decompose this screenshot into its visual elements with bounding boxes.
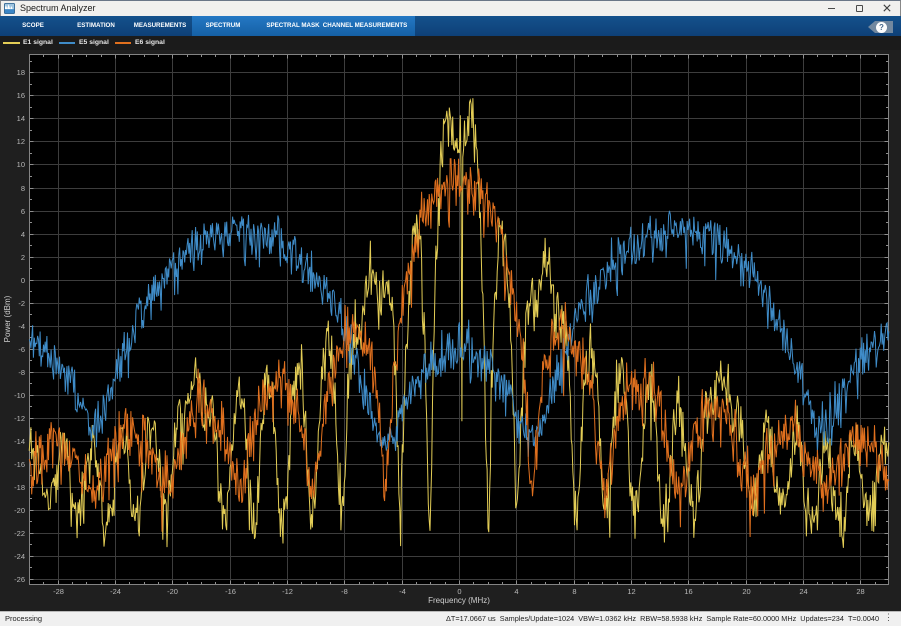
svg-text:-22: -22 — [14, 529, 25, 538]
svg-text:Frequency (MHz): Frequency (MHz) — [428, 596, 490, 605]
svg-text:10: 10 — [17, 160, 25, 169]
svg-text:-10: -10 — [14, 391, 25, 400]
svg-text:24: 24 — [799, 587, 807, 596]
svg-text:-16: -16 — [225, 587, 236, 596]
svg-text:28: 28 — [856, 587, 864, 596]
svg-text:-24: -24 — [14, 552, 25, 561]
svg-text:-8: -8 — [18, 368, 25, 377]
svg-text:Power (dBm): Power (dBm) — [3, 295, 12, 342]
svg-text:-6: -6 — [18, 345, 25, 354]
svg-text:16: 16 — [684, 587, 692, 596]
svg-text:-4: -4 — [399, 587, 406, 596]
svg-text:-28: -28 — [53, 587, 64, 596]
svg-text:0: 0 — [21, 276, 25, 285]
svg-text:8: 8 — [21, 184, 25, 193]
svg-text:-2: -2 — [18, 299, 25, 308]
svg-text:4: 4 — [21, 230, 25, 239]
svg-text:-26: -26 — [14, 575, 25, 584]
svg-text:-12: -12 — [282, 587, 293, 596]
svg-text:6: 6 — [21, 207, 25, 216]
svg-text:0: 0 — [457, 587, 461, 596]
svg-text:-16: -16 — [14, 460, 25, 469]
svg-text:-14: -14 — [14, 437, 25, 446]
svg-text:14: 14 — [17, 114, 25, 123]
svg-text:16: 16 — [17, 91, 25, 100]
svg-text:-18: -18 — [14, 483, 25, 492]
svg-text:-12: -12 — [14, 414, 25, 423]
svg-text:-24: -24 — [110, 587, 121, 596]
svg-text:-4: -4 — [18, 322, 25, 331]
svg-text:18: 18 — [17, 68, 25, 77]
svg-text:12: 12 — [627, 587, 635, 596]
svg-text:-20: -20 — [167, 587, 178, 596]
svg-text:20: 20 — [742, 587, 750, 596]
svg-text:4: 4 — [514, 587, 518, 596]
svg-text:2: 2 — [21, 253, 25, 262]
svg-text:-20: -20 — [14, 506, 25, 515]
svg-text:-8: -8 — [341, 587, 348, 596]
svg-text:8: 8 — [572, 587, 576, 596]
svg-text:12: 12 — [17, 137, 25, 146]
